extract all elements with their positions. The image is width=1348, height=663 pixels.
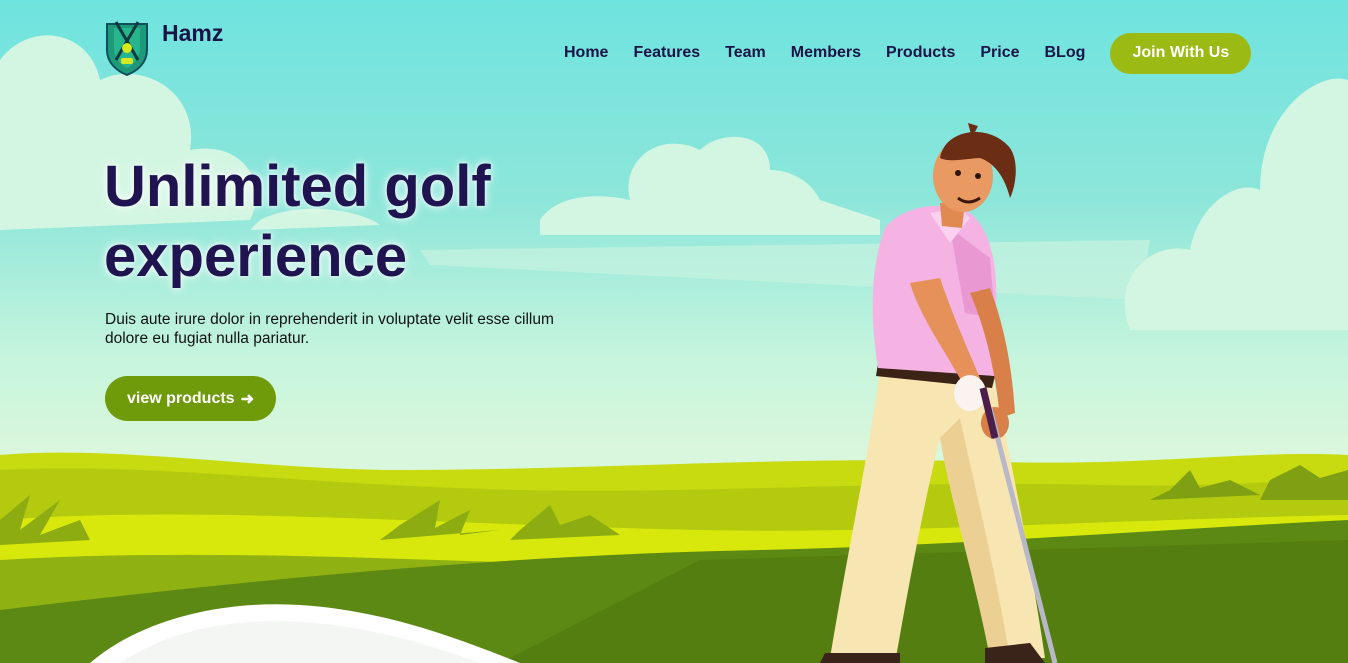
brand-name: Hamz <box>162 19 224 46</box>
nav-item-members[interactable]: Members <box>791 44 861 62</box>
hero-title: Unlimited golf experience <box>104 152 624 292</box>
landing-page: Hamz Home Features Team Members Products… <box>0 0 1348 663</box>
nav-item-price[interactable]: Price <box>980 44 1019 62</box>
main-nav: Home Features Team Members Products Pric… <box>564 32 1252 74</box>
brand-logo[interactable]: Hamz <box>104 18 223 76</box>
hero-description: Duis aute irure dolor in reprehenderit i… <box>105 311 554 347</box>
nav-item-home[interactable]: Home <box>564 44 608 62</box>
nav-item-products[interactable]: Products <box>886 44 955 62</box>
golfer-illustration <box>820 123 1058 663</box>
hero-title-line2: experience <box>104 224 408 289</box>
golf-shield-icon <box>106 21 148 76</box>
nav-item-team[interactable]: Team <box>725 44 766 62</box>
cloud-right <box>1124 78 1348 331</box>
view-products-label: view products <box>127 389 235 407</box>
arrow-right-icon: ➜ <box>240 390 254 408</box>
hero-title-line1: Unlimited golf <box>104 154 491 219</box>
nav-item-features[interactable]: Features <box>633 44 700 62</box>
view-products-button[interactable]: view products ➜ <box>105 376 276 421</box>
join-button[interactable]: Join With Us <box>1110 32 1252 74</box>
nav-item-blog[interactable]: BLog <box>1045 44 1086 62</box>
